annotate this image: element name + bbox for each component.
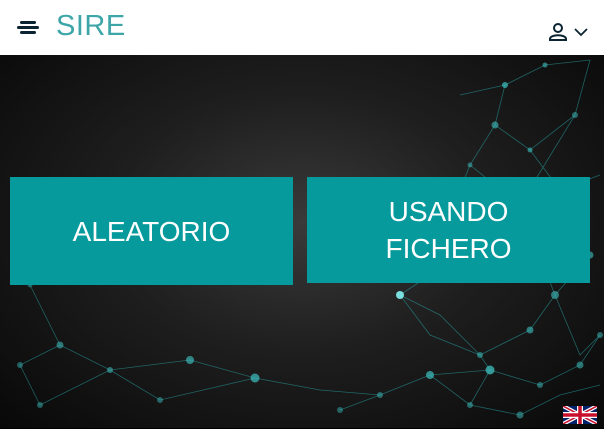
hamburger-icon [20,21,36,24]
tile-label-line: USANDO [388,196,509,227]
user-icon [549,23,567,41]
hamburger-icon-line [20,31,36,34]
top-bar: SIRE [0,0,604,55]
file-option-label: USANDO FICHERO [386,193,512,267]
file-option-tile[interactable]: USANDO FICHERO [307,177,590,283]
app-title: SIRE [56,10,126,42]
tile-label-line: ALEATORIO [72,215,231,247]
user-menu-button[interactable] [544,18,594,46]
hamburger-icon-line [17,26,39,29]
random-option-tile[interactable]: ALEATORIO [10,177,293,285]
tile-label-line: FICHERO [385,233,512,264]
uk-flag-icon [562,404,598,426]
language-selector[interactable] [562,404,598,426]
chevron-down-icon [574,28,588,37]
menu-button[interactable] [14,16,42,40]
random-option-label: ALEATORIO [73,213,231,250]
